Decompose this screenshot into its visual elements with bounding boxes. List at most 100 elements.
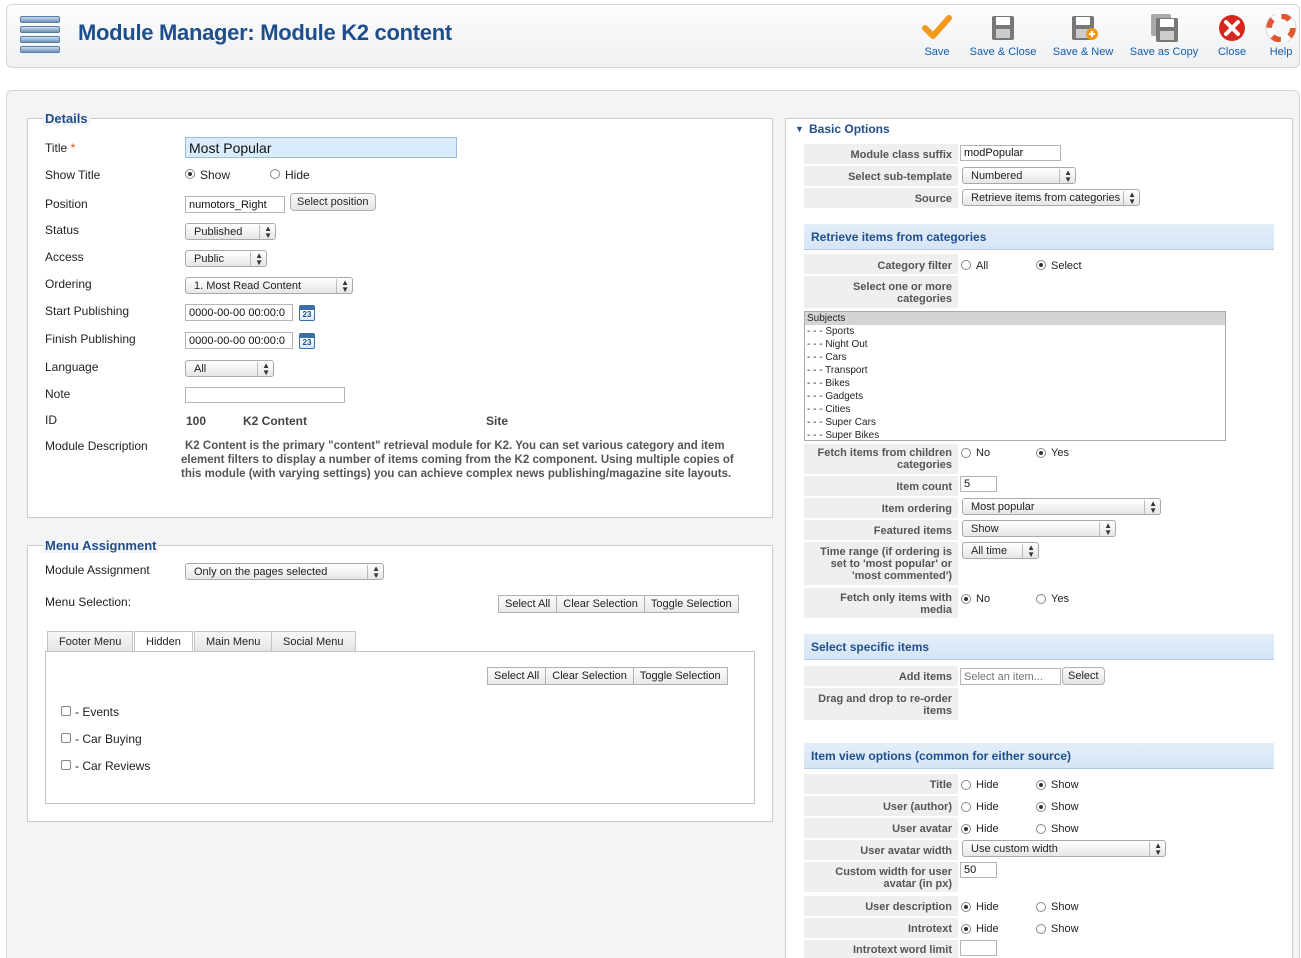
categories-listbox[interactable]: Subjects - - - Sports - - - Night Out - … bbox=[804, 311, 1226, 441]
category-option[interactable]: - - - Gadgets bbox=[805, 390, 1225, 403]
tab-hidden[interactable]: Hidden bbox=[134, 631, 193, 652]
category-option[interactable]: - - - Super Bikes bbox=[805, 429, 1225, 440]
user-author-show-radio[interactable] bbox=[1036, 802, 1046, 812]
row-fetch-media: Fetch only items with media bbox=[804, 588, 958, 618]
category-filter-select-radio[interactable] bbox=[1036, 260, 1046, 270]
fetch-children-no-radio[interactable] bbox=[961, 448, 971, 458]
category-option[interactable]: - - - Super Cars bbox=[805, 416, 1225, 429]
title-show-radio[interactable] bbox=[1036, 780, 1046, 790]
row-introtext-limit: Introtext word limit bbox=[804, 940, 958, 958]
ordering-label: Ordering bbox=[45, 277, 92, 291]
user-description-show-radio[interactable] bbox=[1036, 902, 1046, 912]
select-all-button[interactable]: Select All bbox=[498, 595, 558, 613]
module-class-suffix-input[interactable] bbox=[960, 145, 1061, 161]
menu-item-checkbox[interactable] bbox=[61, 706, 71, 716]
menu-item-label: - Car Reviews bbox=[75, 759, 151, 773]
title-input[interactable] bbox=[185, 137, 457, 158]
save-new-button[interactable]: Save & New bbox=[1050, 14, 1116, 58]
position-input[interactable] bbox=[185, 196, 285, 213]
status-select[interactable]: Published ▲ ▼ bbox=[185, 223, 276, 240]
toggle-selection-button[interactable]: Toggle Selection bbox=[632, 667, 728, 685]
save-button[interactable]: Save bbox=[921, 14, 953, 58]
user-avatar-show-radio[interactable] bbox=[1036, 824, 1046, 834]
user-description-hide-radio[interactable] bbox=[961, 902, 971, 912]
calendar-icon[interactable]: 23 bbox=[299, 333, 315, 349]
finish-publishing-input[interactable] bbox=[185, 332, 293, 349]
category-option[interactable]: - - - Bikes bbox=[805, 377, 1225, 390]
menu-item-checkbox[interactable] bbox=[61, 760, 71, 770]
show-title-label: Show Title bbox=[45, 168, 101, 182]
hide-option-label: Hide bbox=[976, 923, 999, 935]
featured-items-select[interactable]: Show ▲ ▼ bbox=[962, 520, 1116, 537]
menu-item-checkbox[interactable] bbox=[61, 733, 71, 743]
fetch-children-yes-radio[interactable] bbox=[1036, 448, 1046, 458]
calendar-icon[interactable]: 23 bbox=[299, 305, 315, 321]
tab-footer-menu[interactable]: Footer Menu bbox=[47, 631, 134, 651]
save-icon bbox=[987, 14, 1019, 42]
expand-arrow-icon[interactable]: ▼ bbox=[795, 124, 804, 134]
module-description-text: K2 Content is the primary "content" retr… bbox=[181, 440, 734, 480]
category-filter-all-radio[interactable] bbox=[961, 260, 971, 270]
row-item-title: Title bbox=[804, 774, 958, 794]
introtext-limit-input[interactable] bbox=[960, 940, 997, 956]
select-all-button[interactable]: Select All bbox=[487, 667, 547, 685]
item-count-input[interactable] bbox=[960, 476, 997, 492]
row-introtext: Introtext bbox=[804, 918, 958, 938]
tab-main-menu[interactable]: Main Menu bbox=[194, 631, 273, 651]
sub-template-select[interactable]: Numbered ▲ ▼ bbox=[962, 167, 1076, 184]
category-option[interactable]: - - - Transport bbox=[805, 364, 1225, 377]
category-option[interactable]: - - - Cities bbox=[805, 403, 1225, 416]
title-hide-radio[interactable] bbox=[961, 780, 971, 790]
module-assignment-select[interactable]: Only on the pages selected ▲ ▼ bbox=[185, 563, 384, 580]
category-option[interactable]: - - - Night Out bbox=[805, 338, 1225, 351]
avatar-width-select[interactable]: Use custom width ▲ ▼ bbox=[962, 840, 1166, 857]
module-manager-icon bbox=[20, 16, 60, 56]
item-ordering-select[interactable]: Most popular ▲ ▼ bbox=[962, 498, 1161, 515]
show-option-label: Show bbox=[1051, 923, 1079, 935]
category-option[interactable]: - - - Sports bbox=[805, 325, 1225, 338]
hide-option-label: Hide bbox=[976, 779, 999, 791]
select-position-button[interactable]: Select position bbox=[290, 193, 376, 211]
ordering-select[interactable]: 1. Most Read Content ▲ ▼ bbox=[185, 277, 353, 294]
row-source: Source bbox=[804, 188, 958, 208]
tab-social-menu[interactable]: Social Menu bbox=[271, 631, 356, 651]
page-title: Module Manager: Module K2 content bbox=[78, 20, 452, 45]
close-icon bbox=[1216, 14, 1248, 42]
category-option[interactable]: - - - Cars bbox=[805, 351, 1225, 364]
show-title-hide-radio[interactable] bbox=[270, 169, 280, 179]
help-button[interactable]: Help bbox=[1264, 12, 1298, 58]
introtext-hide-radio[interactable] bbox=[961, 924, 971, 934]
close-button[interactable]: Close bbox=[1214, 14, 1250, 58]
introtext-show-radio[interactable] bbox=[1036, 924, 1046, 934]
show-option-label: Show bbox=[1051, 901, 1079, 913]
custom-width-input[interactable] bbox=[960, 862, 997, 878]
show-title-show-radio[interactable] bbox=[185, 169, 195, 179]
time-range-select[interactable]: All time ▲ ▼ bbox=[962, 542, 1039, 559]
user-avatar-hide-radio[interactable] bbox=[961, 824, 971, 834]
user-author-hide-radio[interactable] bbox=[961, 802, 971, 812]
fetch-media-yes-radio[interactable] bbox=[1036, 594, 1046, 604]
clear-selection-button[interactable]: Clear Selection bbox=[556, 595, 645, 613]
position-label: Position bbox=[45, 197, 88, 211]
start-publishing-input[interactable] bbox=[185, 304, 293, 321]
note-input[interactable] bbox=[185, 387, 345, 403]
add-items-input[interactable] bbox=[960, 668, 1061, 685]
item-view-header: Item view options (common for either sou… bbox=[804, 743, 1274, 769]
row-fetch-children: Fetch items from children categories bbox=[804, 444, 958, 474]
language-label: Language bbox=[45, 360, 99, 374]
menu-item-label: - Events bbox=[75, 705, 120, 719]
show-option-label: Show bbox=[1051, 779, 1079, 791]
access-select[interactable]: Public ▲ ▼ bbox=[185, 250, 267, 267]
category-option[interactable]: Subjects bbox=[805, 312, 1225, 325]
save-close-button[interactable]: Save & Close bbox=[966, 14, 1040, 58]
toggle-selection-button[interactable]: Toggle Selection bbox=[643, 595, 739, 613]
save-copy-button[interactable]: Save as Copy bbox=[1127, 14, 1201, 58]
fetch-media-no-radio[interactable] bbox=[961, 594, 971, 604]
row-category-filter: Category filter bbox=[804, 254, 958, 274]
clear-selection-button[interactable]: Clear Selection bbox=[545, 667, 634, 685]
row-drag-reorder: Drag and drop to re-order items bbox=[804, 688, 958, 720]
select-item-button[interactable]: Select bbox=[1062, 667, 1105, 685]
language-select[interactable]: All ▲ ▼ bbox=[185, 360, 274, 377]
source-select[interactable]: Retrieve items from categories ▲ ▼ bbox=[962, 189, 1140, 206]
basic-options-title[interactable]: Basic Options bbox=[809, 122, 890, 136]
